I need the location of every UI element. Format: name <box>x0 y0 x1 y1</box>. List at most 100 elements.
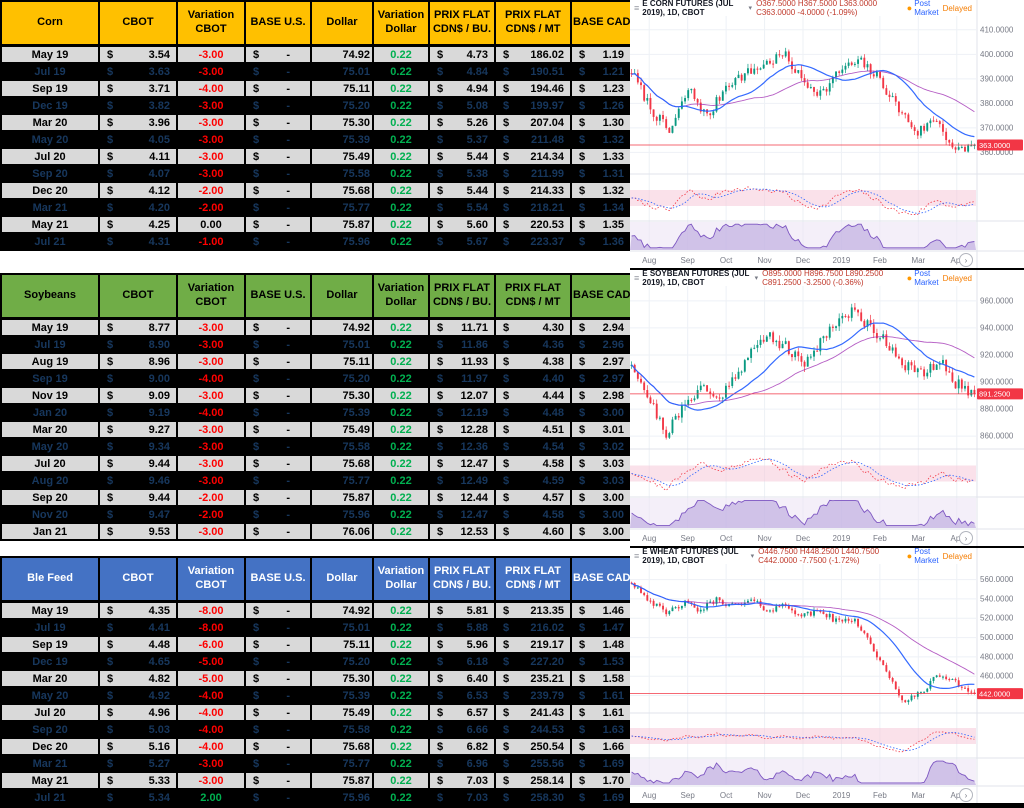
cell-base_cad[interactable]: $1.30 <box>571 114 631 131</box>
cell-var-dollar[interactable]: 0.22 <box>373 721 429 738</box>
cell-prix_bu[interactable]: $5.37 <box>429 131 495 148</box>
cell-prix_bu[interactable]: $11.71 <box>429 319 495 337</box>
cell-base_cad[interactable]: $1.46 <box>571 602 631 620</box>
cell-cbot[interactable]: $5.33 <box>99 772 177 789</box>
cell-cbot[interactable]: $4.48 <box>99 636 177 653</box>
cell-prix_mt[interactable]: $190.51 <box>495 63 571 80</box>
cell-cbot[interactable]: $4.12 <box>99 182 177 199</box>
cell-month[interactable]: Sep 19 <box>1 636 99 653</box>
cell-month[interactable]: Sep 19 <box>1 370 99 387</box>
cell-dollar[interactable]: 75.87 <box>311 216 373 233</box>
cell-month[interactable]: Mar 20 <box>1 114 99 131</box>
cell-base_cad[interactable]: $1.61 <box>571 687 631 704</box>
cell-dollar[interactable]: 75.96 <box>311 789 373 806</box>
cell-prix_mt[interactable]: $211.99 <box>495 165 571 182</box>
cell-base_cad[interactable]: $3.00 <box>571 489 631 506</box>
cell-base_cad[interactable]: $1.58 <box>571 670 631 687</box>
cell-var-cbot[interactable]: -4.00 <box>177 370 245 387</box>
cell-base_us[interactable]: $- <box>245 233 311 250</box>
cell-base_us[interactable]: $- <box>245 721 311 738</box>
cell-cbot[interactable]: $4.65 <box>99 653 177 670</box>
cell-base_us[interactable]: $- <box>245 789 311 806</box>
cell-var-dollar[interactable]: 0.22 <box>373 165 429 182</box>
cell-base_cad[interactable]: $3.03 <box>571 455 631 472</box>
cell-var-cbot[interactable]: -3.00 <box>177 165 245 182</box>
cell-var-cbot[interactable]: -3.00 <box>177 438 245 455</box>
cell-dollar[interactable]: 75.87 <box>311 489 373 506</box>
cell-prix_bu[interactable]: $12.28 <box>429 421 495 438</box>
column-header-prix-flat[interactable]: PRIX FLATCDN$ / BU. <box>429 274 495 319</box>
cell-prix_mt[interactable]: $211.48 <box>495 131 571 148</box>
cell-month[interactable]: Mar 21 <box>1 199 99 216</box>
cell-dollar[interactable]: 75.96 <box>311 233 373 250</box>
cell-base_us[interactable]: $- <box>245 506 311 523</box>
cell-prix_bu[interactable]: $5.96 <box>429 636 495 653</box>
cell-base_us[interactable]: $- <box>245 165 311 182</box>
cell-var-dollar[interactable]: 0.22 <box>373 421 429 438</box>
cell-base_us[interactable]: $- <box>245 704 311 721</box>
cell-dollar[interactable]: 75.39 <box>311 687 373 704</box>
cell-var-dollar[interactable]: 0.22 <box>373 472 429 489</box>
cell-var-dollar[interactable]: 0.22 <box>373 199 429 216</box>
cell-var-dollar[interactable]: 0.22 <box>373 670 429 687</box>
cell-var-dollar[interactable]: 0.22 <box>373 602 429 620</box>
cell-cbot[interactable]: $9.46 <box>99 472 177 489</box>
cell-base_cad[interactable]: $1.35 <box>571 216 631 233</box>
cell-var-cbot[interactable]: -3.00 <box>177 46 245 64</box>
cell-prix_bu[interactable]: $12.47 <box>429 455 495 472</box>
cell-base_cad[interactable]: $3.00 <box>571 404 631 421</box>
cell-prix_mt[interactable]: $250.54 <box>495 738 571 755</box>
cell-prix_mt[interactable]: $214.33 <box>495 182 571 199</box>
cell-prix_bu[interactable]: $11.97 <box>429 370 495 387</box>
cell-prix_mt[interactable]: $244.53 <box>495 721 571 738</box>
cell-prix_bu[interactable]: $4.73 <box>429 46 495 64</box>
cell-cbot[interactable]: $4.31 <box>99 233 177 250</box>
cell-dollar[interactable]: 75.49 <box>311 704 373 721</box>
cell-var-cbot[interactable]: -4.00 <box>177 404 245 421</box>
cell-base_us[interactable]: $- <box>245 404 311 421</box>
cell-cbot[interactable]: $4.20 <box>99 199 177 216</box>
soybean-futures-chart[interactable]: ≡E SOYBEAN FUTURES (JUL 2019), 1D, CBOT▾… <box>630 270 1024 546</box>
chart-symbol-title[interactable]: E WHEAT FUTURES (JUL 2019), 1D, CBOT <box>642 547 748 565</box>
chevron-down-icon[interactable]: ▾ <box>747 4 757 12</box>
cell-month[interactable]: Jan 21 <box>1 523 99 540</box>
cell-month[interactable]: Aug 19 <box>1 353 99 370</box>
cell-prix_bu[interactable]: $4.94 <box>429 80 495 97</box>
cell-cbot[interactable]: $3.54 <box>99 46 177 64</box>
cell-var-cbot[interactable]: -4.00 <box>177 704 245 721</box>
cell-cbot[interactable]: $9.44 <box>99 489 177 506</box>
cell-prix_mt[interactable]: $227.20 <box>495 653 571 670</box>
cell-month[interactable]: May 21 <box>1 216 99 233</box>
cell-base_cad[interactable]: $3.00 <box>571 523 631 540</box>
cell-dollar[interactable]: 75.68 <box>311 738 373 755</box>
cell-dollar[interactable]: 75.01 <box>311 63 373 80</box>
cell-var-cbot[interactable]: -3.00 <box>177 523 245 540</box>
cell-dollar[interactable]: 75.01 <box>311 336 373 353</box>
cell-month[interactable]: Jul 20 <box>1 148 99 165</box>
cell-prix_mt[interactable]: $241.43 <box>495 704 571 721</box>
price-chart-svg[interactable]: AugSepOctNovDec2019FebMarApr410.0000400.… <box>630 0 1024 268</box>
cell-var-dollar[interactable]: 0.22 <box>373 404 429 421</box>
cell-var-cbot[interactable]: -4.00 <box>177 721 245 738</box>
cell-base_cad[interactable]: $1.26 <box>571 97 631 114</box>
cell-prix_mt[interactable]: $4.51 <box>495 421 571 438</box>
cell-var-dollar[interactable]: 0.22 <box>373 233 429 250</box>
cell-prix_mt[interactable]: $239.79 <box>495 687 571 704</box>
cell-dollar[interactable]: 75.20 <box>311 97 373 114</box>
cell-base_us[interactable]: $- <box>245 636 311 653</box>
cell-prix_bu[interactable]: $7.03 <box>429 789 495 806</box>
cell-prix_bu[interactable]: $5.81 <box>429 602 495 620</box>
cell-dollar[interactable]: 75.68 <box>311 182 373 199</box>
cell-var-cbot[interactable]: -8.00 <box>177 619 245 636</box>
cell-base_us[interactable]: $- <box>245 653 311 670</box>
column-header-variation[interactable]: VariationCBOT <box>177 1 245 46</box>
column-header-dollar[interactable]: Dollar <box>311 274 373 319</box>
cell-prix_mt[interactable]: $186.02 <box>495 46 571 64</box>
cell-month[interactable]: May 21 <box>1 772 99 789</box>
cell-month[interactable]: Jul 20 <box>1 704 99 721</box>
column-header-variation[interactable]: VariationDollar <box>373 1 429 46</box>
cell-cbot[interactable]: $4.35 <box>99 602 177 620</box>
cell-month[interactable]: Sep 20 <box>1 165 99 182</box>
cell-month[interactable]: Mar 20 <box>1 670 99 687</box>
cell-prix_mt[interactable]: $207.04 <box>495 114 571 131</box>
